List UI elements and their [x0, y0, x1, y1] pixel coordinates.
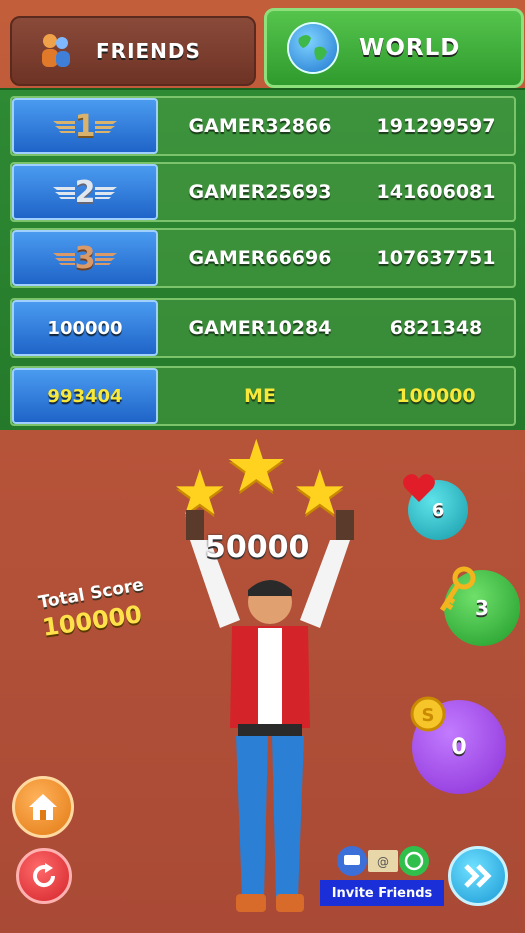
tab-world-label: WORLD	[359, 35, 461, 61]
forward-icon	[464, 864, 492, 888]
leaderboard-row: 1 GAMER32866 191299597	[10, 96, 516, 156]
wing-left-icon	[52, 187, 75, 199]
player-score: 191299597	[376, 115, 496, 137]
rank-badge-3: 3	[12, 230, 158, 286]
tab-bar: FRIENDS WORLD	[0, 0, 525, 92]
svg-text:@: @	[377, 855, 389, 869]
retry-button[interactable]	[16, 848, 72, 904]
tab-friends-label: FRIENDS	[96, 39, 201, 63]
player-score: 107637751	[376, 247, 496, 269]
globe-icon	[289, 24, 337, 72]
rank-number: 2	[74, 174, 96, 210]
round-score: 50000	[205, 530, 310, 565]
key-icon	[439, 566, 476, 612]
player-score: 100000	[396, 385, 476, 407]
retry-icon	[33, 863, 56, 888]
rank-number: 100000	[47, 317, 123, 339]
player-name: GAMER66696	[188, 247, 332, 269]
player-name: ME	[244, 385, 276, 407]
svg-text:S: S	[422, 705, 435, 726]
chat-icon	[337, 846, 367, 876]
people-icon	[36, 31, 76, 71]
rank-badge: 100000	[12, 300, 158, 356]
whatsapp-icon	[399, 846, 429, 876]
rank-number: 1	[74, 108, 96, 144]
player-character	[186, 510, 354, 912]
rank-badge-2: 2	[12, 164, 158, 220]
leaderboard-row: 100000 GAMER10284 6821348	[10, 298, 516, 358]
tab-friends[interactable]: FRIENDS	[10, 16, 256, 86]
invite-friends-button[interactable]: Invite Friends	[320, 880, 444, 906]
share-icons[interactable]: @	[336, 844, 436, 878]
rank-number: 993404	[47, 385, 123, 407]
wing-left-icon	[52, 253, 75, 265]
keys-value: 3	[475, 596, 489, 620]
rank-badge: 993404	[12, 368, 158, 424]
player-name: GAMER32866	[188, 115, 332, 137]
home-button[interactable]	[12, 776, 74, 838]
wing-left-icon	[52, 121, 75, 133]
star-icon: ★	[224, 424, 289, 508]
rank-badge-1: 1	[12, 98, 158, 154]
leaderboard-row: 3 GAMER66696 107637751	[10, 228, 516, 288]
player-name: GAMER10284	[188, 317, 332, 339]
wing-right-icon	[95, 121, 118, 133]
rank-number: 3	[74, 240, 96, 276]
tab-world[interactable]: WORLD	[264, 8, 524, 88]
wing-right-icon	[95, 253, 118, 265]
wing-right-icon	[95, 187, 118, 199]
coins-value: 0	[451, 734, 467, 760]
player-name: GAMER25693	[188, 181, 332, 203]
email-icon: @	[368, 850, 398, 872]
heart-icon	[403, 474, 435, 502]
leaderboard-row: 2 GAMER25693 141606081	[10, 162, 516, 222]
player-score: 141606081	[376, 181, 496, 203]
leaderboard-row-me: 993404 ME 100000	[10, 366, 516, 426]
coin-icon: S	[410, 696, 446, 732]
home-icon	[29, 794, 57, 820]
leaderboard: 1 GAMER32866 191299597 2 GAMER25693 1416…	[0, 88, 525, 430]
next-button[interactable]	[448, 846, 508, 906]
player-score: 6821348	[389, 317, 483, 339]
